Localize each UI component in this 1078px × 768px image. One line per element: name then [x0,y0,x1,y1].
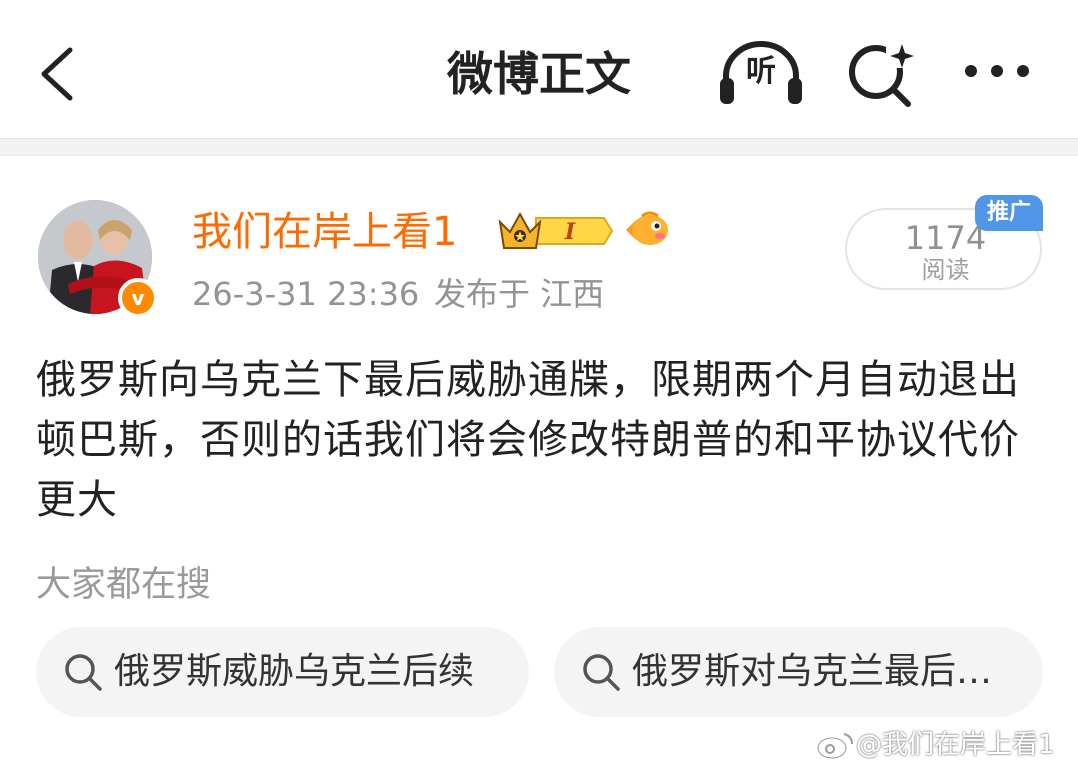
page-title: 微博正文 [447,47,631,101]
top-bar: 微博正文 听 [0,0,1078,138]
search-chip[interactable]: 俄罗斯对乌克兰最后… [554,627,1043,717]
watermark: @我们在岸上看1 [856,730,1055,760]
search-icon [583,654,620,691]
weibo-post-page: 微博正文 听 v 我们在岸上看1 I 26-3-31 23:36 发布于 江西 … [0,0,1078,768]
back-icon[interactable] [36,44,80,104]
search-chip-text: 俄罗斯对乌克兰最后… [632,651,993,692]
avatar[interactable]: v [38,200,158,318]
search-chip-text: 俄罗斯威胁乌克兰后续 [114,651,475,692]
search-icon [65,654,102,691]
promo-tag[interactable]: 推广 [975,195,1043,231]
level-badge-text: I [564,219,576,245]
listen-button[interactable]: 听 [718,38,804,106]
post-location: 发布于 江西 [434,275,605,313]
header-divider [0,138,1078,156]
weibo-logo-icon [816,733,853,760]
read-label: 阅读 [921,256,970,284]
trending-search-heading: 大家都在搜 [36,565,212,605]
more-icon[interactable] [962,58,1032,84]
author-name[interactable]: 我们在岸上看1 [192,206,457,258]
search-sparkle-icon[interactable] [846,38,916,108]
post-time: 26-3-31 23:36 [192,275,420,313]
listen-label: 听 [746,54,776,89]
crown-level-badge[interactable]: I [496,208,614,254]
post-text: 俄罗斯向乌克兰下最后威胁通牒，限期两个月自动退出顿巴斯，否则的话我们将会修改特朗… [36,357,1020,523]
fish-icon[interactable] [622,208,670,252]
verified-badge: v [118,278,158,318]
search-chip[interactable]: 俄罗斯威胁乌克兰后续 [36,627,529,717]
